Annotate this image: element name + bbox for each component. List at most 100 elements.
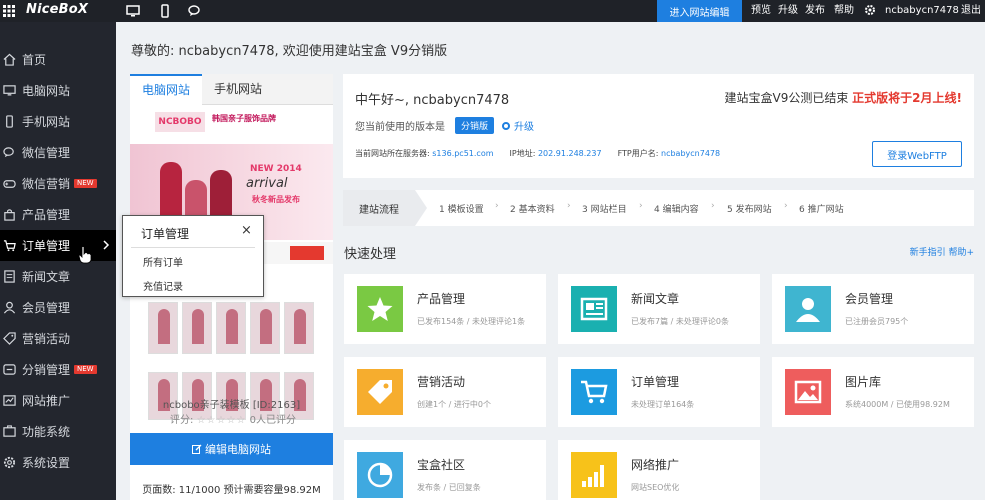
sidebar-item-label: 功能系统 <box>22 425 71 439</box>
sidebar-item-pc-site[interactable]: 电脑网站 <box>0 75 116 106</box>
flow-step[interactable]: 4 编辑内容 <box>654 202 699 215</box>
hand-cursor-icon <box>78 246 92 264</box>
edit-icon <box>192 444 202 454</box>
sidebar-item-home[interactable]: 首页 <box>0 44 116 75</box>
flow-step[interactable]: 5 发布网站 <box>727 202 772 215</box>
tag-icon <box>357 369 403 415</box>
new-badge: NEW <box>74 365 97 374</box>
mobile-icon[interactable] <box>157 3 173 19</box>
sidebar-item-settings[interactable]: 系统设置 <box>0 447 116 478</box>
document-icon <box>2 270 16 284</box>
card-orders[interactable]: 订单管理 未处理订单164条 <box>558 357 760 427</box>
card-title: 订单管理 <box>631 375 680 389</box>
thumbnail-brand: 韩国亲子服饰品牌 <box>212 114 276 123</box>
rating-label: 评分: <box>170 415 194 426</box>
login-webftp-button[interactable]: 登录WebFTP <box>872 141 962 167</box>
flow-step[interactable]: 3 网站栏目 <box>582 202 627 215</box>
enter-site-edit-button[interactable]: 进入网站编辑 <box>657 0 742 22</box>
sidebar-item-promotion[interactable]: 网站推广 <box>0 385 116 416</box>
tab-mobile-site[interactable]: 手机网站 <box>202 74 274 105</box>
sidebar-item-wechat[interactable]: 微信管理 <box>0 137 116 168</box>
thumbnail-subtitle: 秋冬新品发布 <box>252 195 300 204</box>
card-members[interactable]: 会员管理 已注册会员795个 <box>772 274 974 344</box>
edit-pc-site-button[interactable]: 编辑电脑网站 <box>130 433 333 465</box>
card-news[interactable]: 新闻文章 已发布7篇 / 未处理评论0条 <box>558 274 760 344</box>
sidebar-item-functions[interactable]: 功能系统 <box>0 416 116 447</box>
tab-pc-site[interactable]: 电脑网站 <box>130 74 202 105</box>
sidebar-item-label: 微信管理 <box>22 146 71 160</box>
card-promotion[interactable]: 网络推广 网站SEO优化 <box>558 440 760 500</box>
card-image-library[interactable]: 图片库 系统4000M / 已使用98.92M <box>772 357 974 427</box>
sidebar-item-news[interactable]: 新闻文章 <box>0 261 116 292</box>
card-title: 会员管理 <box>845 292 894 306</box>
card-title: 营销活动 <box>417 375 466 389</box>
orders-flyout-menu: 订单管理 × 所有订单 充值记录 <box>122 215 264 297</box>
app-logo[interactable]: NiceBoX <box>26 2 88 17</box>
share-icon <box>2 363 16 377</box>
user-icon <box>2 301 16 315</box>
tag-icon <box>2 332 16 346</box>
flyout-item-all-orders[interactable]: 所有订单 <box>143 254 183 269</box>
desktop-icon[interactable] <box>125 3 141 19</box>
cart-icon <box>2 239 16 253</box>
sidebar: 首页 电脑网站 手机网站 微信管理 微信营销 NEW 产品管理 订单管理 新闻文… <box>0 22 116 500</box>
divider <box>131 247 255 248</box>
sidebar-item-label: 首页 <box>22 53 47 67</box>
sidebar-item-members[interactable]: 会员管理 <box>0 292 116 323</box>
server-info-row: 当前网站所在服务器: s136.pc51.com IP地址: 202.91.24… <box>355 149 721 158</box>
chat-icon[interactable] <box>187 3 203 19</box>
sidebar-item-wechat-marketing[interactable]: 微信营销 NEW <box>0 168 116 199</box>
sidebar-item-orders[interactable]: 订单管理 <box>0 230 116 261</box>
close-icon[interactable]: × <box>241 223 252 238</box>
sidebar-item-mobile-site[interactable]: 手机网站 <box>0 106 116 137</box>
sidebar-item-label: 网站推广 <box>22 394 71 408</box>
sidebar-item-label: 会员管理 <box>22 301 71 315</box>
flow-step[interactable]: 6 推广网站 <box>799 202 844 215</box>
preview-link[interactable]: 预览 <box>751 0 771 22</box>
sidebar-item-label: 新闻文章 <box>22 270 71 284</box>
publish-link[interactable]: 发布 <box>805 0 825 22</box>
member-icon <box>785 286 831 332</box>
gamepad-icon <box>2 177 16 191</box>
function-icon <box>2 425 16 439</box>
upgrade-link[interactable]: 升级 <box>778 0 798 22</box>
guide-help-links[interactable]: 新手指引 帮助+ <box>910 245 974 258</box>
mobile-icon <box>2 115 16 129</box>
card-subtitle: 系统4000M / 已使用98.92M <box>845 400 950 409</box>
card-products[interactable]: 产品管理 已发布154条 / 未处理评论1条 <box>344 274 546 344</box>
preview-tabs: 电脑网站 手机网站 <box>130 74 333 105</box>
sidebar-item-label: 电脑网站 <box>22 84 71 98</box>
chevron-right-icon <box>103 240 110 250</box>
star-icon <box>357 286 403 332</box>
card-marketing[interactable]: 营销活动 创建1个 / 进行中0个 <box>344 357 546 427</box>
sidebar-item-distribution[interactable]: 分销管理 NEW <box>0 354 116 385</box>
logout-link[interactable]: 退出 <box>961 0 981 22</box>
news-icon <box>571 286 617 332</box>
flow-step[interactable]: 1 模板设置 <box>439 202 484 215</box>
card-subtitle: 网站SEO优化 <box>631 483 680 492</box>
sidebar-item-marketing[interactable]: 营销活动 <box>0 323 116 354</box>
flyout-item-recharge-records[interactable]: 充值记录 <box>143 278 183 293</box>
chevron-right-icon: › <box>784 201 788 211</box>
sidebar-item-label: 微信营销 <box>22 177 71 191</box>
card-title: 网络推广 <box>631 458 680 472</box>
build-process-bar: 建站流程 1 模板设置 › 2 基本资料 › 3 网站栏目 › 4 编辑内容 ›… <box>343 190 974 226</box>
flow-step[interactable]: 2 基本资料 <box>510 202 555 215</box>
thumbnail-arrival-text: arrival <box>246 176 288 191</box>
thumbnail-red-banner <box>290 246 324 260</box>
upgrade-link[interactable]: 升级 <box>502 118 534 133</box>
sidebar-item-label: 产品管理 <box>22 208 71 222</box>
settings-gear-icon[interactable] <box>864 4 876 16</box>
chevron-right-icon: › <box>711 201 715 211</box>
grid-menu-icon[interactable] <box>0 0 18 22</box>
card-community[interactable]: 宝盒社区 发布条 / 已回复条 <box>344 440 546 500</box>
sidebar-item-label: 系统设置 <box>22 456 71 470</box>
version-badge: 分销版 <box>455 117 495 134</box>
sidebar-item-products[interactable]: 产品管理 <box>0 199 116 230</box>
username-label[interactable]: ncbabycn7478 <box>885 0 959 22</box>
version-row: 您当前使用的版本是 分销版 升级 <box>355 117 534 134</box>
help-link[interactable]: 帮助 <box>834 0 854 22</box>
sidebar-item-label: 订单管理 <box>22 239 71 253</box>
rating-stars[interactable]: ☆☆☆☆☆ <box>197 415 247 426</box>
thumbnail-header: NCBOBO 韩国亲子服饰品牌 <box>130 106 333 138</box>
